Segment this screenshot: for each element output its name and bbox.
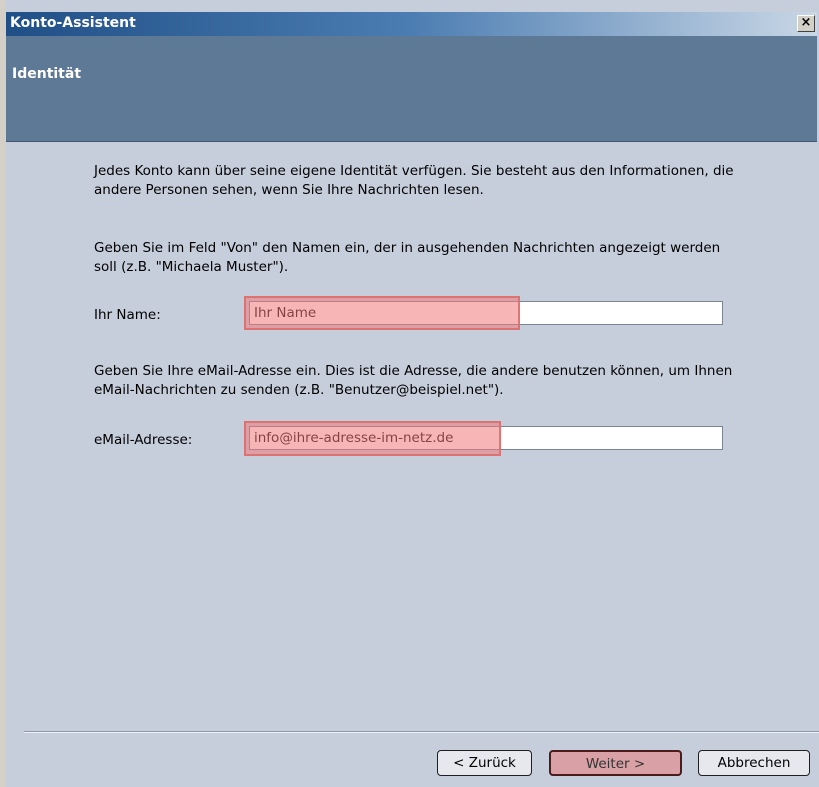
- footer-separator: [24, 731, 819, 733]
- email-label: eMail-Adresse:: [94, 432, 193, 448]
- account-wizard-dialog: Konto-Assistent × Identität Jedes Konto …: [0, 0, 819, 787]
- close-button[interactable]: ×: [797, 15, 815, 32]
- page-title: Identität: [12, 66, 82, 82]
- email-help-text: Geben Sie Ihre eMail-Adresse ein. Dies i…: [94, 363, 733, 398]
- next-button[interactable]: Weiter >: [549, 750, 682, 776]
- name-help-text: Geben Sie im Feld "Von" den Namen ein, d…: [94, 240, 721, 275]
- email-input[interactable]: [249, 426, 723, 450]
- close-icon: ×: [800, 15, 812, 30]
- back-button[interactable]: < Zurück: [437, 750, 532, 776]
- cancel-button[interactable]: Abbrechen: [698, 750, 810, 776]
- intro-text: Jedes Konto kann über seine eigene Ident…: [94, 163, 734, 198]
- name-input[interactable]: [249, 301, 723, 325]
- wizard-header: Identität: [6, 36, 817, 142]
- title-bar: Konto-Assistent ×: [6, 12, 817, 36]
- window-title: Konto-Assistent: [10, 15, 136, 31]
- name-label: Ihr Name:: [94, 307, 161, 323]
